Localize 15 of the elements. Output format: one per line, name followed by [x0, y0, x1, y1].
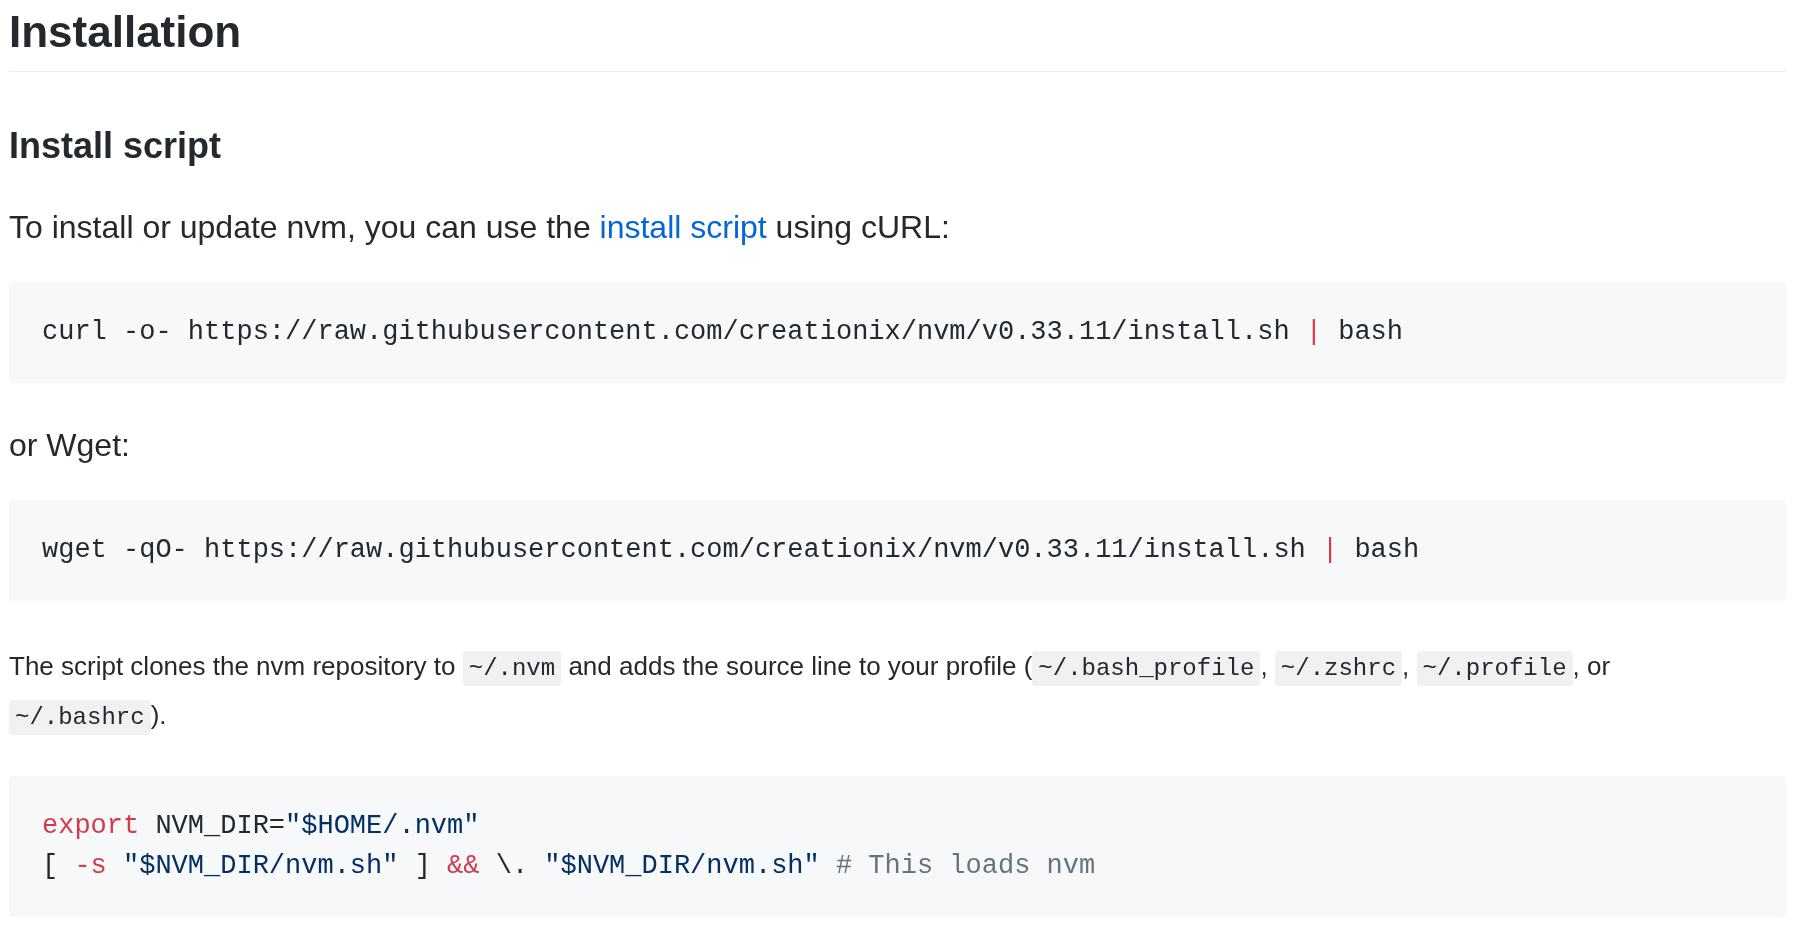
install-script-link[interactable]: install script [599, 209, 767, 245]
code-line: wget -qO- https://raw.githubusercontent.com/creationix/nvm/v0.33.11/install.sh | bash [42, 534, 1420, 567]
code-line: export NVM_DIR="$HOME/.nvm" [42, 810, 480, 843]
paragraph: To install or update nvm, you can use the install script using cURL: [9, 208, 950, 247]
inline-code: ~/.bashrc [9, 700, 151, 735]
section-heading: Install script [9, 127, 222, 165]
paragraph: or Wget: [9, 426, 130, 465]
code-line: [ -s "$NVM_DIR/nvm.sh" ] && \. "$NVM_DIR/nvm.sh" # This loads nvm [42, 850, 1096, 883]
inline-code: ~/.zshrc [1274, 651, 1403, 686]
page-heading: Installation [9, 7, 242, 56]
inline-code: ~/.bash_profile [1032, 651, 1261, 686]
inline-code: ~/.profile [1416, 651, 1573, 686]
code-line: curl -o- https://raw.githubusercontent.com/creationix/nvm/v0.33.11/install.sh | bash [42, 316, 1404, 349]
inline-code: ~/.nvm [462, 651, 562, 686]
paragraph: The script clones the nvm repository to ~/.nvm and adds the source line to your profile ( ~/.bash_profile , ~/.zshrc , ~/.profile , or ~/.bashrc ). [9, 643, 1786, 741]
